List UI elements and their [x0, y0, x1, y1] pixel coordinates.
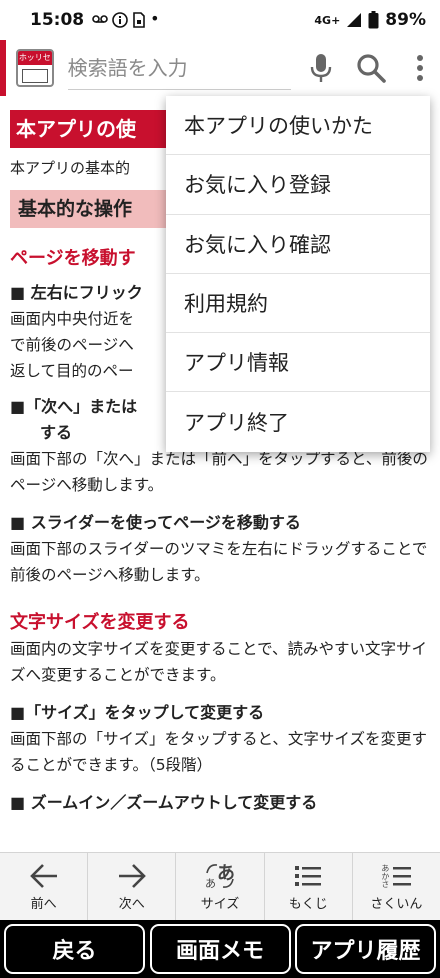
- battery-percent: 89%: [385, 10, 426, 30]
- index-icon-kana: あかさ: [380, 864, 390, 888]
- arrow-left-icon: [29, 861, 59, 891]
- next-label: 次へ: [118, 897, 145, 912]
- search-icon: [357, 54, 386, 83]
- app-logo-frame: [22, 69, 48, 83]
- search-box: [67, 46, 292, 90]
- app-logo-text: ホッリセン: [18, 51, 52, 76]
- sim-icon: [133, 12, 145, 28]
- menu-item-exit-app[interactable]: アプリ終了: [166, 392, 430, 451]
- dot-icon: •: [150, 9, 160, 28]
- menu-item-how-to-use[interactable]: 本アプリの使いかた: [166, 96, 430, 156]
- status-bar: 15:08 • 4G+ 89%: [0, 0, 440, 40]
- search-input[interactable]: [67, 55, 292, 80]
- info-icon: [112, 12, 128, 28]
- arrow-right-icon: [117, 861, 147, 891]
- status-notification-icons: •: [92, 9, 160, 28]
- size-button[interactable]: あ あ サイズ: [176, 853, 265, 920]
- font-size-intro: 画面内の文字サイズを変更することで、読みやすい文字サイズへ変更することができます…: [10, 640, 427, 684]
- signal-icon: [347, 13, 362, 27]
- font-size-icon: あ あ: [203, 861, 237, 891]
- bottom-action-bar: 戻る 画面メモ アプリ履歴: [0, 920, 440, 978]
- index-icon: あかさ: [381, 861, 412, 891]
- index-button[interactable]: あかさ さくいん: [353, 853, 440, 920]
- prev-button[interactable]: 前へ: [0, 853, 89, 920]
- status-time: 15:08: [30, 10, 85, 30]
- screen-memo-button[interactable]: 画面メモ: [149, 924, 291, 974]
- item-body-next-prev: 画面下部の「次へ」または「前へ」をタップすると、前後のページへ移動します。: [10, 450, 428, 494]
- menu-item-app-info[interactable]: アプリ情報: [166, 333, 430, 393]
- next-button[interactable]: 次へ: [88, 853, 177, 920]
- app-history-button[interactable]: アプリ履歴: [295, 924, 436, 974]
- prev-label: 前へ: [30, 897, 57, 912]
- item-heading-zoom: ■ ズームイン／ズームアウトして変更する: [10, 793, 318, 812]
- item-body-slider: 画面下部のスライダーのツマミを左右にドラッグすることで前後のページへ移動します。: [10, 540, 428, 584]
- menu-item-view-favorites[interactable]: お気に入り確認: [166, 215, 430, 274]
- menu-item-add-favorite[interactable]: お気に入り登録: [166, 155, 430, 215]
- overflow-menu: 本アプリの使いかた お気に入り登録 お気に入り確認 利用規約 アプリ情報 アプリ…: [166, 96, 430, 452]
- item-body-size-tap: 画面下部の「サイズ」をタップすると、文字サイズを変更することができます。（5段階…: [10, 730, 427, 774]
- list-icon: [294, 861, 322, 891]
- toc-button[interactable]: もくじ: [265, 853, 353, 920]
- item-heading-slider: ■ スライダーを使ってページを移動する: [10, 513, 301, 532]
- voicemail-icon: [92, 15, 108, 23]
- network-type: 4G+: [314, 13, 341, 27]
- search-button[interactable]: [351, 48, 391, 88]
- heading-font-size: 文字サイズを変更する: [10, 612, 190, 633]
- overflow-menu-button[interactable]: [400, 48, 440, 88]
- size-label: サイズ: [200, 897, 240, 912]
- app-logo[interactable]: ホッリセン: [16, 49, 54, 87]
- index-label: さくいん: [370, 897, 423, 912]
- item-heading-size-tap: ■「サイズ」をタップして変更する: [10, 703, 265, 722]
- menu-item-terms[interactable]: 利用規約: [166, 274, 430, 334]
- voice-search-button[interactable]: [301, 48, 341, 88]
- battery-icon: [368, 11, 379, 29]
- bottom-toolbar: 前へ 次へ あ あ サイズ もくじ あかさ さくいん: [0, 852, 440, 920]
- toc-label: もくじ: [288, 897, 328, 912]
- more-vert-icon: [417, 55, 424, 81]
- status-right: 4G+ 89%: [314, 10, 426, 30]
- microphone-icon: [310, 54, 332, 82]
- app-bar: ホッリセン: [0, 40, 440, 96]
- back-button[interactable]: 戻る: [4, 924, 145, 974]
